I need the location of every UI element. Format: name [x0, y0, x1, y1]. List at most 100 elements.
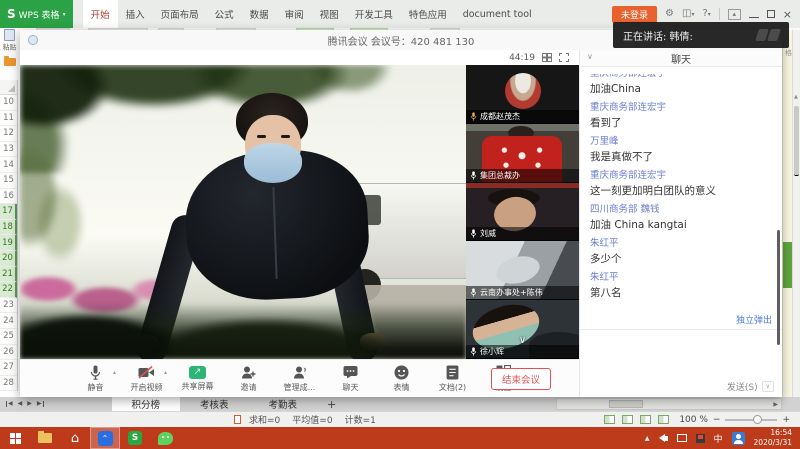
- wps-menu-tab[interactable]: document tool: [455, 0, 540, 28]
- row-header-cell[interactable]: 27: [0, 360, 17, 376]
- zoom-slider-knob[interactable]: [753, 415, 762, 424]
- hscrollbar-thumb[interactable]: [609, 400, 643, 408]
- invite-button[interactable]: 邀请: [223, 365, 274, 393]
- row-header-cell[interactable]: 18: [0, 220, 17, 236]
- tray-expand-icon[interactable]: ▲: [645, 435, 650, 442]
- taskbar-clock[interactable]: 16:54 2020/3/31: [754, 428, 792, 448]
- restore-button[interactable]: [767, 10, 775, 18]
- row-header-cell[interactable]: 25: [0, 329, 17, 345]
- documents-button[interactable]: 文档(2): [427, 365, 478, 393]
- fullscreen-icon[interactable]: [559, 53, 569, 62]
- caret-up-icon[interactable]: ▴: [164, 369, 167, 376]
- skin-icon[interactable]: ◫▾: [682, 9, 694, 19]
- row-header-cell[interactable]: 28: [0, 376, 17, 392]
- row-header-cell[interactable]: 11: [0, 111, 17, 127]
- last-sheet-icon[interactable]: ▶: [37, 401, 44, 407]
- row-header-cell[interactable]: 19: [0, 235, 17, 251]
- row-header-cell[interactable]: 15: [0, 173, 17, 189]
- login-button[interactable]: 未登录: [612, 6, 657, 23]
- network-icon[interactable]: [677, 434, 687, 442]
- scrollbar-thumb[interactable]: [794, 106, 799, 176]
- participant-video[interactable]: 成都赵茂杰: [466, 65, 579, 124]
- wps-logo[interactable]: S WPS 表格 ▾: [0, 0, 73, 28]
- zoom-out-button[interactable]: −: [713, 415, 721, 425]
- folder-icon[interactable]: [4, 58, 16, 66]
- row-header-cell[interactable]: 14: [0, 157, 17, 173]
- participant-video[interactable]: 刘威: [466, 183, 579, 242]
- wps-menu-tab[interactable]: 特色应用: [401, 0, 455, 28]
- sheet-tab[interactable]: 积分榜: [112, 397, 181, 411]
- mute-button[interactable]: ▴ 静音: [70, 365, 121, 393]
- prev-sheet-icon[interactable]: ◀: [18, 401, 23, 407]
- gear-icon[interactable]: ⚙: [665, 9, 674, 19]
- caret-up-icon[interactable]: ▴: [113, 369, 116, 376]
- page-layout-view-icon[interactable]: [622, 415, 633, 424]
- layout-grid-icon[interactable]: [542, 53, 552, 62]
- wps-menu-tab[interactable]: 插入: [118, 0, 153, 28]
- row-header-cell[interactable]: 23: [0, 298, 17, 314]
- collapse-ribbon-icon[interactable]: ▴: [728, 9, 741, 20]
- wechat-taskbar-button[interactable]: [150, 427, 180, 449]
- sheet-tab[interactable]: 考勤表: [249, 397, 318, 411]
- normal-view-icon[interactable]: [604, 415, 615, 424]
- participant-video[interactable]: 云南办事处+陈伟: [466, 241, 579, 300]
- row-header-cell[interactable]: 21: [0, 267, 17, 283]
- file-explorer-button[interactable]: [30, 427, 60, 449]
- chat-scrollbar-thumb[interactable]: [777, 230, 780, 345]
- end-meeting-button[interactable]: 结束会议: [491, 368, 551, 390]
- start-button[interactable]: [0, 427, 30, 449]
- emoji-button[interactable]: 表情: [376, 365, 427, 393]
- add-sheet-button[interactable]: +: [317, 397, 346, 411]
- chat-input-area[interactable]: [580, 329, 782, 375]
- row-header-cell[interactable]: 12: [0, 126, 17, 142]
- popout-chat-link[interactable]: 独立弹出: [580, 312, 782, 329]
- wps-menu-tab[interactable]: 页面布局: [153, 0, 207, 28]
- row-header-cell[interactable]: 17: [0, 204, 17, 220]
- wps-taskbar-button[interactable]: S: [120, 427, 150, 449]
- row-header-cell[interactable]: 10: [0, 95, 17, 111]
- vertical-scrollbar[interactable]: ▲: [792, 30, 800, 397]
- participant-video[interactable]: ∨ 徐小辉: [466, 300, 579, 359]
- help-icon[interactable]: ?▾: [702, 9, 710, 19]
- participant-video[interactable]: 集团总裁办: [466, 124, 579, 183]
- security-flag-icon[interactable]: [696, 434, 705, 443]
- minimize-button[interactable]: [749, 17, 759, 18]
- scroll-right-icon[interactable]: ▶: [773, 401, 778, 408]
- collapse-chat-icon[interactable]: ∨: [587, 52, 593, 61]
- start-video-button[interactable]: ▴ 开启视频: [121, 365, 172, 393]
- first-sheet-icon[interactable]: ◀: [6, 401, 13, 407]
- chat-message-list[interactable]: 重庆商务部连宏宇 加油China 重庆商务部连宏宇 看到了 万里峰 我是真做不了…: [580, 67, 782, 312]
- select-all-corner[interactable]: [0, 80, 17, 95]
- wps-menu-tab[interactable]: 公式: [207, 0, 242, 28]
- zoom-slider[interactable]: [725, 419, 777, 421]
- close-button[interactable]: ×: [783, 8, 792, 21]
- wps-menu-tab[interactable]: 数据: [242, 0, 277, 28]
- volume-icon[interactable]: [659, 434, 668, 442]
- wps-paste-button[interactable]: 粘贴: [0, 28, 19, 70]
- row-header-cell[interactable]: 26: [0, 345, 17, 361]
- wps-menu-tab[interactable]: 开发工具: [347, 0, 401, 28]
- row-header-cell[interactable]: 22: [0, 282, 17, 298]
- horizontal-scrollbar[interactable]: ▶: [556, 398, 782, 410]
- scroll-up-icon[interactable]: ▲: [794, 94, 798, 100]
- wps-menu-tab[interactable]: 视图: [312, 0, 347, 28]
- page-break-view-icon[interactable]: [640, 415, 651, 424]
- desktop-home-button[interactable]: ⌂: [60, 427, 90, 449]
- user-accounts-icon[interactable]: [732, 432, 745, 445]
- row-header-cell[interactable]: 16: [0, 189, 17, 205]
- ime-indicator[interactable]: 中: [714, 432, 723, 445]
- main-video-feed[interactable]: [20, 65, 466, 359]
- custom-view-icon[interactable]: [658, 415, 669, 424]
- chat-button[interactable]: 聊天: [325, 365, 376, 393]
- macro-record-icon[interactable]: [234, 415, 241, 424]
- row-header-cell[interactable]: 13: [0, 142, 17, 158]
- wps-menu-tab[interactable]: 审阅: [277, 0, 312, 28]
- send-button[interactable]: 发送(S): [727, 380, 758, 393]
- row-header-cell[interactable]: 20: [0, 251, 17, 267]
- zoom-in-button[interactable]: +: [782, 415, 790, 425]
- share-screen-button[interactable]: ↗ 共享屏幕: [172, 366, 223, 392]
- next-sheet-icon[interactable]: ▶: [27, 401, 32, 407]
- tencent-meeting-taskbar-button[interactable]: ⌃: [90, 427, 120, 449]
- send-options-icon[interactable]: ∨: [762, 381, 774, 392]
- manage-members-button[interactable]: 管理成...: [274, 365, 325, 393]
